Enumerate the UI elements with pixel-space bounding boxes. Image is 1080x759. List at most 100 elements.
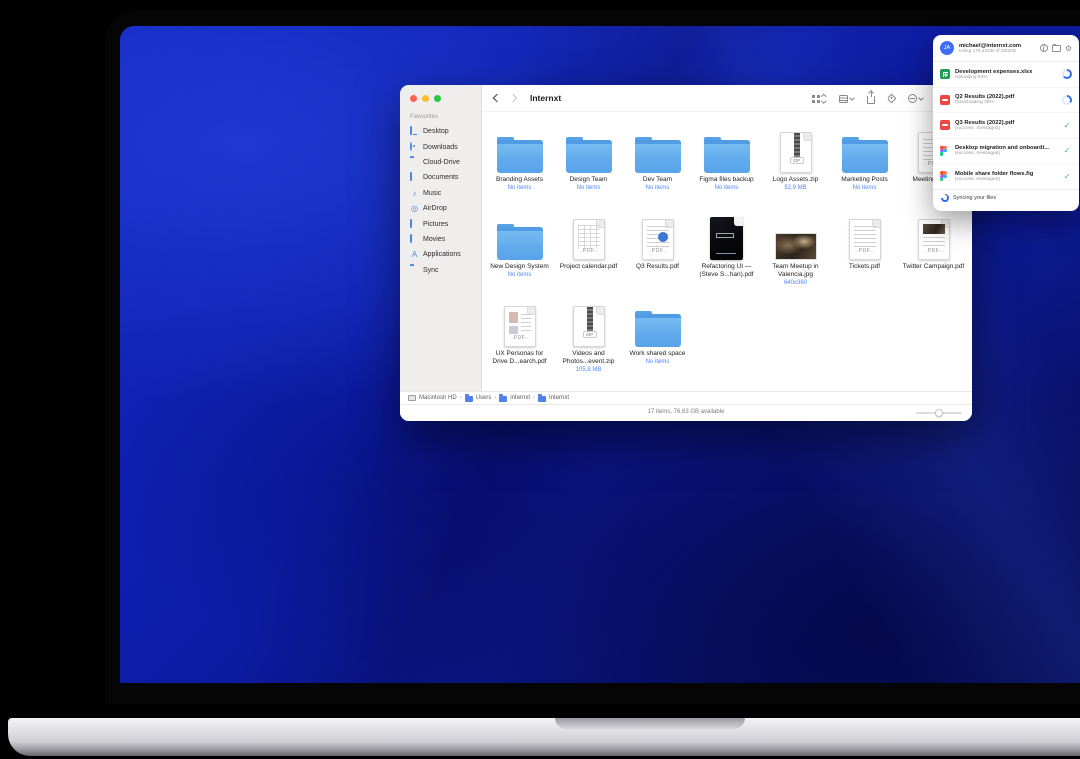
share-icon (867, 96, 875, 104)
share-button[interactable] (867, 93, 875, 104)
file-item[interactable]: ZIP Logo Assets.zip 52,9 MB (761, 129, 830, 216)
checkmark-icon: ✓ (1062, 121, 1072, 130)
folder-icon (635, 314, 681, 347)
file-item[interactable]: Refactoring UI — (Steve S...han).pdf (692, 216, 761, 303)
breadcrumb-separator: › (460, 395, 462, 401)
folder-icon[interactable] (1052, 45, 1061, 52)
file-item[interactable]: New Design System No items (485, 216, 554, 303)
folder-icon (497, 140, 543, 173)
icon-size-slider[interactable] (916, 412, 962, 414)
zip-file-icon: ZIP (573, 306, 605, 347)
file-item[interactable]: PDF Twitter Campaign.pdf (899, 216, 968, 303)
finder-sidebar: Favourites Desktop Downloads Cloud-Drive… (400, 85, 482, 421)
music-icon: ♪ (410, 189, 419, 198)
breadcrumb-item[interactable]: Internxt (549, 395, 569, 401)
forward-icon[interactable] (509, 94, 517, 102)
more-actions-button[interactable] (908, 94, 923, 103)
sidebar-item-documents[interactable]: Documents (406, 170, 478, 185)
airdrop-icon: ◎ (410, 204, 419, 213)
document-icon (410, 173, 419, 182)
sidebar-item-cloud-drive[interactable]: Cloud-Drive (406, 155, 478, 170)
group-icon (839, 95, 848, 103)
file-item[interactable]: PDF Tickets.pdf (830, 216, 899, 303)
tag-button[interactable] (888, 95, 895, 102)
breadcrumb-item[interactable]: Users (476, 395, 492, 401)
pdf-file-icon: PDF (849, 219, 881, 260)
file-item[interactable]: PDF Q3 Results.pdf (623, 216, 692, 303)
status-bar: 17 items, 76,63 GB available (400, 404, 972, 421)
chevron-down-icon (918, 95, 924, 101)
gear-icon[interactable]: ⚙ (1065, 44, 1072, 53)
sidebar-item-downloads[interactable]: Downloads (406, 139, 478, 154)
slider-knob[interactable] (935, 409, 943, 417)
movies-icon (410, 235, 419, 244)
sync-status-footer: Syncing your files (933, 190, 1079, 206)
file-item[interactable]: Branding Assets No items (485, 129, 554, 216)
zoom-button[interactable] (434, 95, 441, 102)
xlsx-file-icon (940, 69, 950, 79)
file-item[interactable]: Team Meetup in Valencia.jpg 640x360 (761, 216, 830, 303)
sidebar-item-applications[interactable]: A Applications (406, 247, 478, 262)
laptop-base (8, 718, 1080, 756)
zip-file-icon: ZIP (780, 132, 812, 173)
sync-panel-header: JA michael@internxt.com Using 176,42GB o… (933, 35, 1079, 62)
sidebar-item-airdrop[interactable]: ◎ AirDrop (406, 201, 478, 216)
sync-item[interactable]: Desktop migration and onboardi... [succe… (933, 139, 1079, 165)
icon-view-button[interactable] (812, 95, 826, 103)
book-cover-icon (710, 217, 743, 260)
sync-item[interactable]: Mobile share folder flows.fig [success, … (933, 164, 1079, 190)
folder-icon (410, 158, 419, 167)
pdf-file-icon (940, 95, 950, 105)
minimize-button[interactable] (422, 95, 429, 102)
sidebar-list: Desktop Downloads Cloud-Drive Documents … (406, 124, 478, 278)
folder-icon (497, 227, 543, 260)
downloads-icon (410, 143, 419, 152)
breadcrumb-item[interactable]: Macintosh HD (419, 395, 457, 401)
file-item[interactable]: Dev Team No items (623, 129, 692, 216)
folder-icon (635, 140, 681, 173)
upload-progress-icon (1062, 69, 1072, 79)
screenshot-stage: Favourites Desktop Downloads Cloud-Drive… (0, 0, 1080, 759)
figma-file-icon (940, 171, 950, 181)
window-controls (410, 95, 441, 102)
pdf-file-icon: PDF (573, 219, 605, 260)
sync-item[interactable]: Development expenses.xlsx Uploading 64% (933, 62, 1079, 88)
disk-icon (408, 395, 416, 401)
finder-toolbar: Internxt (482, 85, 972, 112)
folder-icon (842, 140, 888, 173)
pdf-file-icon: PDF (504, 306, 536, 347)
file-item[interactable]: PDF Project calendar.pdf (554, 216, 623, 303)
sync-item[interactable]: Q2 Results (2022).pdf Downloading 35% (933, 88, 1079, 114)
sidebar-item-movies[interactable]: Movies (406, 232, 478, 247)
window-title: Internxt (530, 93, 561, 103)
finder-window: Favourites Desktop Downloads Cloud-Drive… (400, 85, 972, 421)
breadcrumb: Macintosh HD › Users › internxt › Intern… (400, 391, 972, 404)
more-circle-icon (908, 94, 917, 103)
avatar[interactable]: JA (940, 41, 954, 55)
sync-item[interactable]: Q3 Results (2022).pdf [success, messaged… (933, 113, 1079, 139)
sidebar-item-desktop[interactable]: Desktop (406, 124, 478, 139)
file-item[interactable]: PDF UX Personas for Drive D...earch.pdf (485, 303, 554, 390)
file-item[interactable]: ZIP Videos and Photos...event.zip 105,8 … (554, 303, 623, 390)
sidebar-item-sync[interactable]: Sync (406, 263, 478, 278)
globe-icon[interactable] (1040, 44, 1048, 52)
sync-status-label: Syncing your files (953, 195, 996, 201)
grid-view-icon (812, 95, 820, 103)
sidebar-item-music[interactable]: ♪ Music (406, 186, 478, 201)
pdf-file-icon: PDF (918, 219, 950, 260)
back-icon[interactable] (493, 94, 501, 102)
folder-icon (465, 396, 473, 402)
breadcrumb-item[interactable]: internxt (510, 395, 530, 401)
file-item[interactable]: Design Team No items (554, 129, 623, 216)
folder-icon (410, 266, 419, 275)
internxt-sync-panel: JA michael@internxt.com Using 176,42GB o… (933, 35, 1079, 211)
file-item[interactable]: Figma files backup No items (692, 129, 761, 216)
sidebar-item-pictures[interactable]: Pictures (406, 216, 478, 231)
close-button[interactable] (410, 95, 417, 102)
file-item[interactable]: Work shared space No items (623, 303, 692, 390)
download-progress-icon (1062, 95, 1072, 105)
file-item[interactable]: Marketing Posts No items (830, 129, 899, 216)
item-count-status: 17 items, 76,63 GB available (400, 409, 972, 415)
group-by-button[interactable] (839, 95, 854, 103)
sidebar-section-header: Favourites (410, 114, 438, 120)
